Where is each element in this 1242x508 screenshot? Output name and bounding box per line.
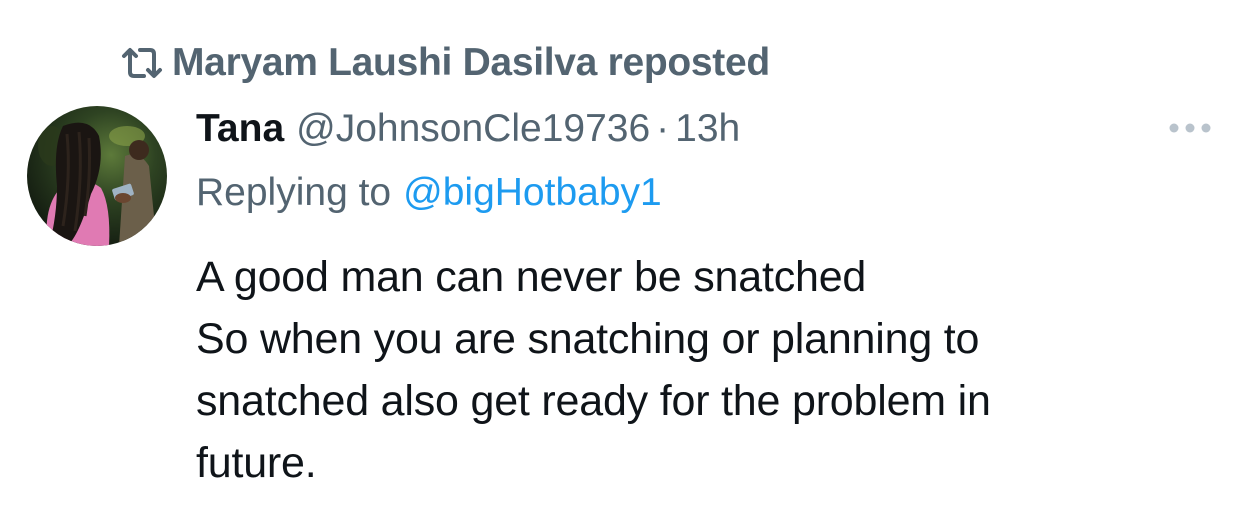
tweet-text-line: future. [196,439,317,487]
avatar[interactable] [27,106,167,246]
reply-context: Replying to @bigHotbaby1 [196,167,662,219]
tweet-text-line: So when you are snatching or planning to [196,315,980,363]
tweet-text-line: A good man can never be snatched [196,253,867,301]
tweet-timestamp[interactable]: 13h [675,107,740,151]
author-display-name[interactable]: Tana [196,107,284,151]
tweet-text: A good man can never be snatched So when… [196,246,1196,494]
more-options-button[interactable] [1162,110,1218,146]
tweet-header: Tana @JohnsonCle19736 · 13h [196,103,740,155]
replying-to-handle-link[interactable]: @bigHotbaby1 [403,171,662,215]
author-handle[interactable]: @JohnsonCle19736 [296,107,650,151]
replying-to-label: Replying to [196,171,392,214]
avatar-photo [27,106,167,246]
separator-dot: · [656,107,670,150]
tweet-text-line: snatched also get ready for the problem … [196,377,991,425]
repost-context: Maryam Laushi Dasilva reposted [120,38,770,88]
more-horizontal-icon [1169,123,1211,133]
repost-icon [120,43,172,83]
repost-label[interactable]: Maryam Laushi Dasilva reposted [172,41,770,85]
